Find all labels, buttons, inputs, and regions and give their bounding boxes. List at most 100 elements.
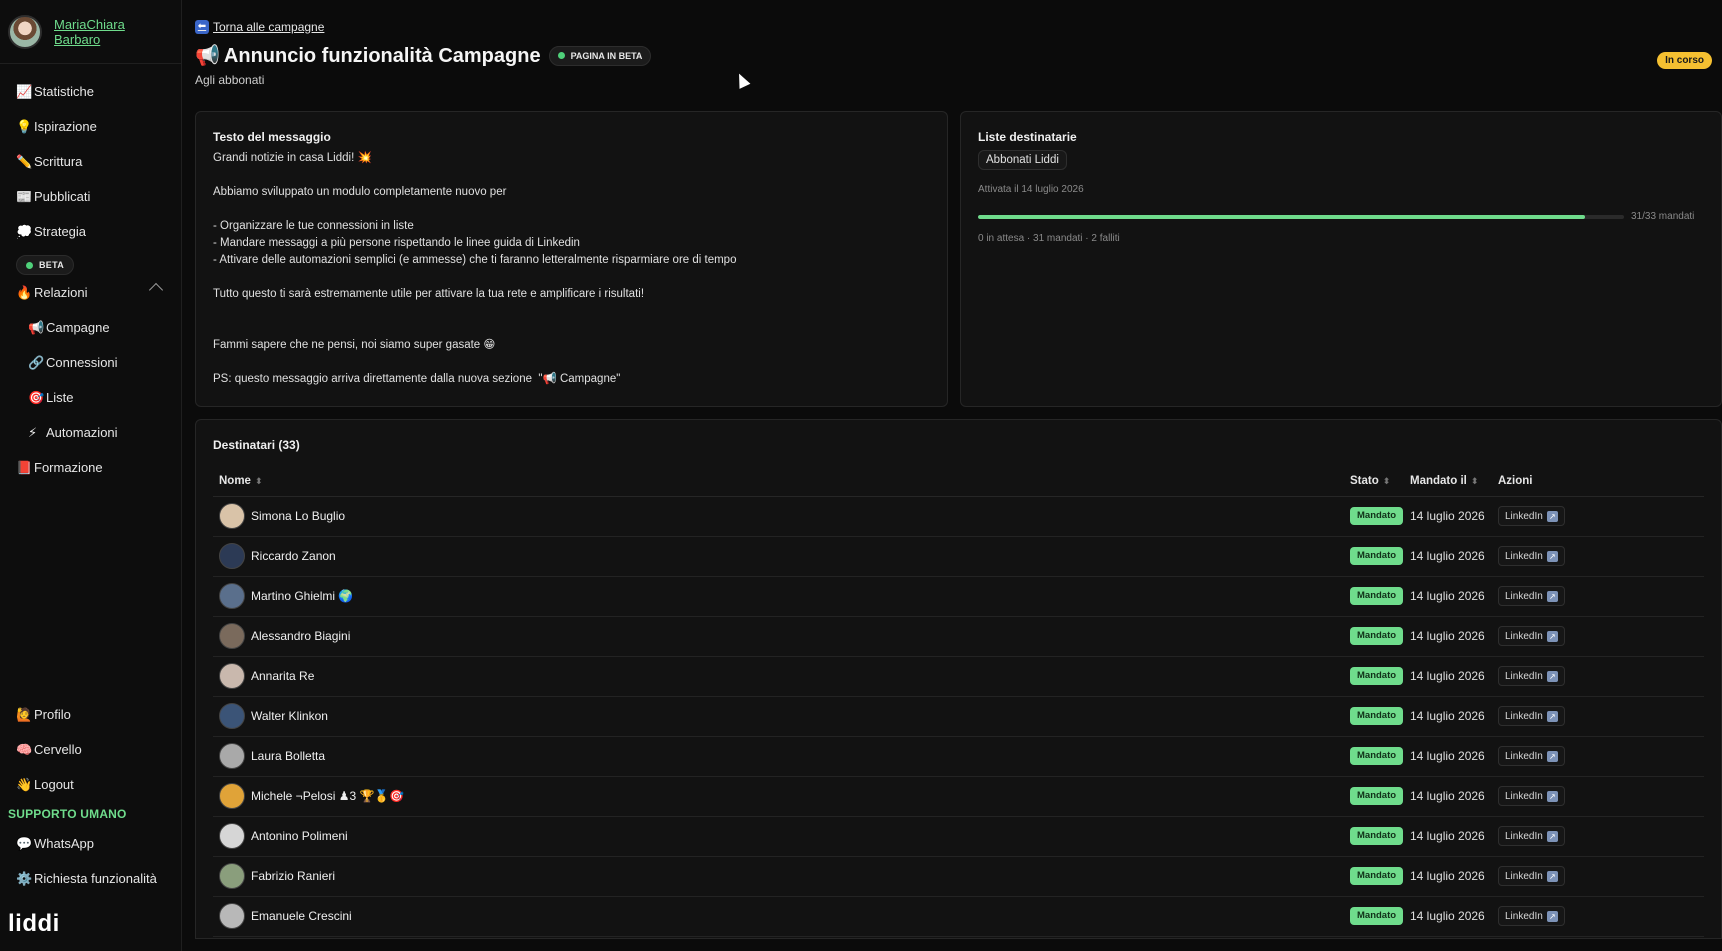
recipient-name[interactable]: Emanuele Crescini	[251, 909, 352, 923]
status-cell: Mandato	[1350, 816, 1410, 857]
liddi-logo[interactable]: liddi	[8, 910, 60, 938]
progress-label: 31/33 mandati	[1631, 211, 1695, 222]
back-to-campaigns-link[interactable]: ⬅ Torna alle campagne	[195, 19, 324, 34]
external-link-icon: ↗	[1546, 590, 1558, 602]
table-header-row: Nome ⬍ Stato ⬍ Mandato il ⬍ Azioni	[213, 466, 1704, 497]
message-line: Fammi sapere che ne pensi, noi siamo sup…	[213, 339, 496, 351]
actions-cell: LinkedIn ↗	[1498, 616, 1704, 657]
sidebar-item-label: Connessioni	[46, 355, 118, 370]
date-cell: 14 luglio 2026	[1410, 696, 1498, 737]
list-chip[interactable]: Abbonati Liddi	[978, 150, 1067, 170]
message-card: Testo del messaggio Grandi notizie in ca…	[195, 111, 948, 407]
sidebar-item-statistiche[interactable]: 📈 Statistiche	[0, 74, 181, 109]
linkedin-button[interactable]: LinkedIn ↗	[1498, 746, 1565, 766]
recipient-name[interactable]: Annarita Re	[251, 669, 314, 683]
beta-page-label: PAGINA IN BETA	[570, 50, 643, 61]
sidebar-item-logout[interactable]: 👋 Logout	[0, 767, 181, 802]
recipient-avatar	[219, 903, 245, 929]
user-header: MariaChiara Barbaro	[0, 0, 181, 64]
recipient-name[interactable]: Antonino Polimeni	[251, 829, 348, 843]
message-line	[213, 354, 930, 371]
linkedin-label: LinkedIn	[1505, 630, 1543, 642]
linkedin-button[interactable]: LinkedIn ↗	[1498, 906, 1565, 926]
sidebar-item-connessioni[interactable]: 🔗 Connessioni	[0, 345, 181, 380]
sidebar-item-campagne[interactable]: 📢 Campagne	[0, 310, 181, 345]
date-cell: 14 luglio 2026	[1410, 576, 1498, 617]
column-header-actions: Azioni	[1498, 466, 1704, 497]
recipients-card: Destinatari (33) Nome ⬍ Stato ⬍ Mandato il…	[195, 419, 1722, 939]
recipient-name[interactable]: Michele ¬Pelosi ♟3 🏆🥇🎯	[251, 789, 404, 803]
date-cell: 14 luglio 2026	[1410, 736, 1498, 777]
sidebar: MariaChiara Barbaro 📈 Statistiche 💡 Ispira…	[0, 0, 182, 951]
sidebar-item-whatsapp[interactable]: 💬 WhatsApp	[0, 826, 181, 861]
column-label: Azioni	[1498, 474, 1533, 487]
linkedin-label: LinkedIn	[1505, 830, 1543, 842]
recipient-name[interactable]: Alessandro Biagini	[251, 629, 350, 643]
sidebar-item-pubblicati[interactable]: 📰 Pubblicati	[0, 179, 181, 214]
linkedin-button[interactable]: LinkedIn ↗	[1498, 826, 1565, 846]
actions-cell: LinkedIn ↗	[1498, 736, 1704, 777]
linkedin-button[interactable]: LinkedIn ↗	[1498, 786, 1565, 806]
beta-label: BETA	[39, 260, 65, 270]
status-badge: Mandato	[1350, 627, 1404, 645]
column-header-status[interactable]: Stato ⬍	[1350, 466, 1410, 497]
recipients-title: Destinatari (33)	[213, 438, 300, 452]
pencil-icon: ✏️	[16, 153, 33, 169]
sidebar-item-liste[interactable]: 🎯 Liste	[0, 380, 181, 415]
sort-icon: ⬍	[1470, 475, 1479, 486]
status-cell: Mandato	[1350, 856, 1410, 897]
name-cell: Alessandro Biagini	[213, 616, 1350, 657]
table-row: Simona Lo Buglio Mandato 14 luglio 2026 Lin…	[213, 496, 1704, 537]
sidebar-item-ispirazione[interactable]: 💡 Ispirazione	[0, 109, 181, 144]
linkedin-button[interactable]: LinkedIn ↗	[1498, 506, 1565, 526]
linkedin-button[interactable]: LinkedIn ↗	[1498, 626, 1565, 646]
table-row: Michele ¬Pelosi ♟3 🏆🥇🎯 Mandato 14 luglio 2…	[213, 776, 1704, 817]
sent-date: 14 luglio 2026	[1410, 549, 1485, 563]
external-link-icon: ↗	[1546, 870, 1558, 882]
sent-date: 14 luglio 2026	[1410, 509, 1485, 523]
status-badge: Mandato	[1350, 667, 1404, 685]
sent-date: 14 luglio 2026	[1410, 829, 1485, 843]
recipient-name[interactable]: Simona Lo Buglio	[251, 509, 345, 523]
recipient-name[interactable]: Martino Ghielmi 🌍	[251, 589, 353, 603]
date-cell: 14 luglio 2026	[1410, 856, 1498, 897]
recipient-name[interactable]: Riccardo Zanon	[251, 549, 336, 563]
recipient-avatar	[219, 623, 245, 649]
linkedin-button[interactable]: LinkedIn ↗	[1498, 866, 1565, 886]
status-cell: Mandato	[1350, 576, 1410, 617]
sent-date: 14 luglio 2026	[1410, 709, 1485, 723]
recipient-name[interactable]: Laura Bolletta	[251, 749, 325, 763]
relations-group: 🔥 Relazioni	[0, 275, 181, 310]
sidebar-item-formazione[interactable]: 📕 Formazione	[0, 450, 181, 485]
linkedin-button[interactable]: LinkedIn ↗	[1498, 546, 1565, 566]
column-header-name[interactable]: Nome ⬍	[213, 466, 1350, 497]
column-header-sent-at[interactable]: Mandato il ⬍	[1410, 466, 1498, 497]
sidebar-item-automazioni[interactable]: ⚡ Automazioni	[0, 415, 181, 450]
linkedin-label: LinkedIn	[1505, 590, 1543, 602]
sidebar-item-scrittura[interactable]: ✏️ Scrittura	[0, 144, 181, 179]
sidebar-item-richiesta-funzionalita[interactable]: ⚙️ Richiesta funzionalità	[0, 861, 181, 896]
recipient-name[interactable]: Fabrizio Ranieri	[251, 869, 335, 883]
sidebar-item-profilo[interactable]: 🙋 Profilo	[0, 697, 181, 732]
recipient-name[interactable]: Walter Klinkon	[251, 709, 328, 723]
sidebar-item-label: Formazione	[34, 460, 103, 475]
linkedin-button[interactable]: LinkedIn ↗	[1498, 586, 1565, 606]
linkedin-label: LinkedIn	[1505, 670, 1543, 682]
table-row: Walter Klinkon Mandato 14 luglio 2026 Linke…	[213, 696, 1704, 737]
external-link-icon: ↗	[1546, 630, 1558, 642]
status-badge: Mandato	[1350, 587, 1404, 605]
message-line	[213, 303, 930, 320]
progress-fill	[978, 214, 1585, 219]
name-cell: Annarita Re	[213, 656, 1350, 697]
sidebar-item-strategia[interactable]: 💭 Strategia	[0, 214, 181, 249]
user-avatar[interactable]	[8, 14, 42, 49]
user-name-link[interactable]: MariaChiara Barbaro	[54, 17, 173, 47]
name-cell: Martino Ghielmi 🌍	[213, 576, 1350, 617]
linkedin-button[interactable]: LinkedIn ↗	[1498, 706, 1565, 726]
link-icon: 🔗	[28, 354, 45, 370]
name-cell: Fabrizio Ranieri	[213, 856, 1350, 897]
progress-track	[978, 214, 1624, 219]
linkedin-button[interactable]: LinkedIn ↗	[1498, 666, 1565, 686]
status-cell: Mandato	[1350, 536, 1410, 577]
sidebar-item-cervello[interactable]: 🧠 Cervello	[0, 732, 181, 767]
